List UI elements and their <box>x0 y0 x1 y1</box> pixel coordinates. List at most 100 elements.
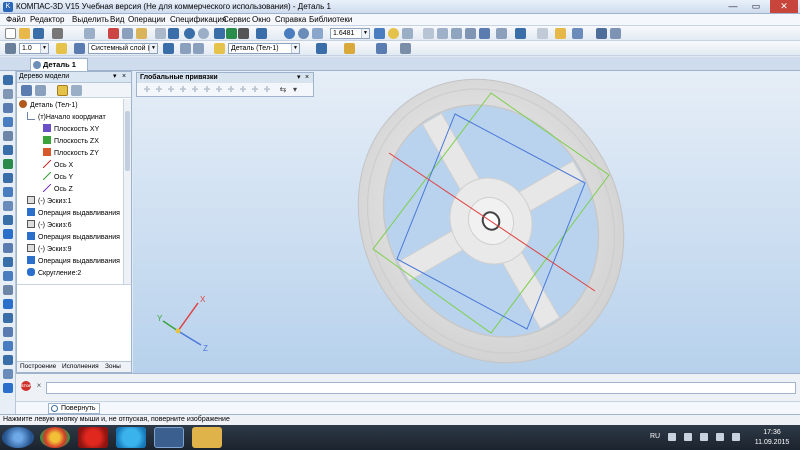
menu-help[interactable]: Справка <box>275 15 306 24</box>
tab-construction[interactable]: Построение <box>20 363 56 370</box>
snap-intersection-icon[interactable]: ✛ <box>143 86 151 94</box>
tree-item-extrude-2[interactable]: Операция выдавливания <box>27 232 120 243</box>
snap-along-icon[interactable]: ✛ <box>251 86 259 94</box>
tree-view-icon[interactable] <box>596 28 607 39</box>
tray-expand-icon[interactable] <box>668 433 676 441</box>
snap-center-icon[interactable]: ✛ <box>179 86 187 94</box>
minimize-button[interactable]: — <box>722 0 744 13</box>
cut-icon[interactable] <box>108 28 119 39</box>
wheel-part[interactable] <box>307 71 675 373</box>
select-objects-icon[interactable] <box>3 173 13 183</box>
manager-icon[interactable] <box>168 28 179 39</box>
tab-versions[interactable]: Исполнения <box>62 363 99 370</box>
spatial-curves-icon[interactable] <box>3 201 13 211</box>
pin-icon[interactable]: ▾ <box>113 72 117 82</box>
tree-item-part[interactable]: Деталь (Тел-1) <box>19 100 78 111</box>
wireframe-icon[interactable] <box>437 28 448 39</box>
filter-icon[interactable] <box>515 28 526 39</box>
hidden-lines-icon[interactable] <box>451 28 462 39</box>
tree-item-plane-xy[interactable]: Плоскость XY <box>43 124 99 135</box>
layer-combo[interactable]: Системный слой (0) ▼ <box>88 43 158 54</box>
model-viewport[interactable]: X Y Z Глобальные привязки ▾ × ✛ ✛ ✛ ✛ ✛ … <box>133 71 800 373</box>
tree-item-extrude-1[interactable]: Операция выдавливания <box>27 208 120 219</box>
clock-date[interactable]: 11.09.2015 <box>748 439 796 446</box>
stop-icon[interactable]: STOP <box>21 381 32 391</box>
zoom-in-icon[interactable] <box>374 28 385 39</box>
orthogonal-icon[interactable] <box>56 43 67 54</box>
menu-operations[interactable]: Операции <box>128 15 165 24</box>
solids-icon[interactable] <box>3 383 13 393</box>
parameters-icon[interactable] <box>610 28 621 39</box>
model-tree-scrollbar[interactable] <box>123 99 131 284</box>
close-button[interactable]: ✕ <box>770 0 798 13</box>
rotate-button[interactable]: Повернуть <box>48 403 100 414</box>
shaded-edges-icon[interactable] <box>479 28 490 39</box>
redo-icon[interactable] <box>198 28 209 39</box>
tree-sort-icon[interactable] <box>71 85 82 96</box>
open-folder-icon[interactable] <box>19 28 30 39</box>
reports-icon[interactable] <box>3 299 13 309</box>
new-document-icon[interactable] <box>5 28 16 39</box>
step-combo[interactable]: 1.0 ▼ <box>19 43 49 54</box>
snap-quadrant-icon[interactable]: ✛ <box>203 86 211 94</box>
tree-item-axis-y[interactable]: Ось Y <box>43 172 73 183</box>
material-icon[interactable] <box>316 43 327 54</box>
pan-icon[interactable] <box>402 28 413 39</box>
snap-toggle-icon[interactable]: ⇆ <box>279 86 287 94</box>
components-icon[interactable] <box>3 341 13 351</box>
save-icon[interactable] <box>33 28 44 39</box>
tree-filter-icon[interactable] <box>57 85 68 96</box>
chrome-icon[interactable] <box>40 427 70 448</box>
menu-service[interactable]: Сервис <box>223 15 250 24</box>
geometry-tool-icon[interactable] <box>3 89 13 99</box>
part-combo[interactable]: Деталь (Тел-1) ▼ <box>228 43 300 54</box>
snap-settings-icon[interactable] <box>400 43 411 54</box>
color-icon[interactable] <box>344 43 355 54</box>
close-icon[interactable]: × <box>305 73 309 82</box>
display-icon[interactable] <box>572 28 583 39</box>
start-button-icon[interactable] <box>2 427 34 448</box>
tree-item-origin[interactable]: (т)Начало координат <box>27 112 106 123</box>
zoom-frame-icon[interactable] <box>180 43 191 54</box>
show-all-icon[interactable] <box>312 28 323 39</box>
tree-structure-icon[interactable] <box>35 85 46 96</box>
menu-view[interactable]: Вид <box>110 15 124 24</box>
specification-icon[interactable] <box>3 285 13 295</box>
tree-view-mode-icon[interactable] <box>21 85 32 96</box>
menu-editor[interactable]: Редактор <box>30 15 64 24</box>
close-icon[interactable]: × <box>122 72 126 82</box>
undo-icon[interactable] <box>184 28 195 39</box>
scrollbar-thumb[interactable] <box>125 111 130 171</box>
snap-menu-icon[interactable]: ▾ <box>291 86 299 94</box>
tree-item-fillet-2[interactable]: Скругление:2 <box>27 268 81 279</box>
tree-item-sketch-9[interactable]: (-) Эскиз:9 <box>27 244 72 255</box>
zoom-window-icon[interactable] <box>298 28 309 39</box>
edit-tool-icon[interactable] <box>3 131 13 141</box>
designations-tool-icon[interactable] <box>3 117 13 127</box>
menu-libraries[interactable]: Библиотеки <box>309 15 352 24</box>
model-manager-icon[interactable] <box>214 28 225 39</box>
sheet-metal-icon[interactable] <box>3 257 13 267</box>
language-indicator[interactable]: RU <box>650 433 660 440</box>
zoom-icon[interactable] <box>284 28 295 39</box>
measure-tool-icon[interactable] <box>3 159 13 169</box>
print-icon[interactable] <box>52 28 63 39</box>
explorer-icon[interactable] <box>192 427 222 448</box>
preview-icon[interactable] <box>84 28 95 39</box>
tray-flag-icon[interactable] <box>684 433 692 441</box>
diagnostics-icon[interactable] <box>3 271 13 281</box>
arrays-icon[interactable] <box>3 229 13 239</box>
mcs-icon[interactable] <box>376 43 387 54</box>
menu-specification[interactable]: Спецификация <box>170 15 226 24</box>
view-orientation-icon[interactable] <box>423 28 434 39</box>
mate-icon[interactable] <box>3 327 13 337</box>
command-field[interactable] <box>46 382 796 394</box>
fasteners-icon[interactable] <box>3 369 13 379</box>
tree-item-plane-zy[interactable]: Плоскость ZY <box>43 148 99 159</box>
tray-network-icon[interactable] <box>716 433 724 441</box>
pin-icon[interactable]: ▾ <box>297 73 301 82</box>
close-icon[interactable]: × <box>34 381 44 391</box>
tray-volume-icon[interactable] <box>732 433 740 441</box>
section-icon[interactable] <box>537 28 548 39</box>
paste-icon[interactable] <box>136 28 147 39</box>
